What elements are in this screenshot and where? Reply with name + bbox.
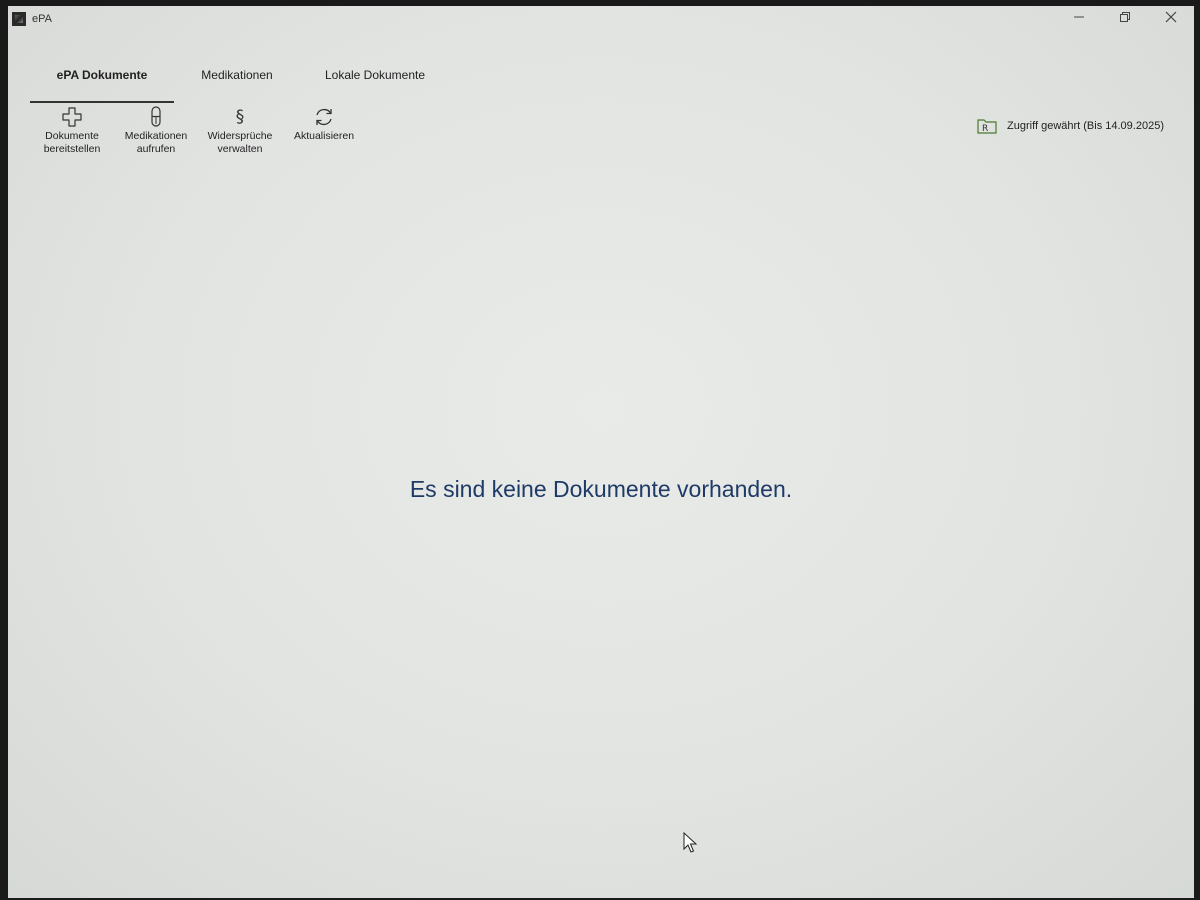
minimize-icon — [1074, 16, 1084, 18]
restore-button[interactable] — [1102, 6, 1148, 28]
tab-medikationen[interactable]: Medikationen — [174, 64, 300, 104]
active-tab-indicator — [30, 101, 174, 103]
medikationen-aufrufen-label: Medikationen aufrufen — [124, 130, 188, 155]
refresh-icon — [313, 104, 335, 130]
aktualisieren-label: Aktualisieren — [293, 130, 355, 142]
window-controls — [1056, 6, 1194, 32]
tab-epa-dokumente[interactable]: ePA Dokumente — [30, 64, 174, 104]
plus-icon — [62, 104, 82, 130]
widersprueche-verwalten-button[interactable]: § Widersprüche verwalten — [198, 104, 282, 156]
empty-state-message: Es sind keine Dokumente vorhanden. — [409, 476, 793, 502]
minimize-button[interactable] — [1056, 6, 1102, 28]
svg-text:R: R — [982, 124, 988, 134]
tab-bar: ePA Dokumente Medikationen Lokale Dokume… — [30, 64, 450, 104]
tab-lokale-dokumente[interactable]: Lokale Dokumente — [300, 64, 450, 104]
mouse-cursor-icon — [683, 832, 697, 853]
toolbar: Dokumente bereitstellen Medikationen auf… — [30, 104, 366, 156]
access-status-text: Zugriff gewährt (Bis 14.09.2025) — [1007, 120, 1164, 132]
close-button[interactable] — [1148, 6, 1194, 28]
paragraph-icon: § — [235, 107, 245, 127]
medikationen-aufrufen-button[interactable]: Medikationen aufrufen — [114, 104, 198, 156]
dokumente-bereitstellen-button[interactable]: Dokumente bereitstellen — [30, 104, 114, 156]
window-title: ePA — [32, 13, 52, 25]
app-window: ePA ePA Dokumente Medikationen Lokale Do… — [8, 6, 1194, 898]
folder-access-icon: R — [977, 119, 997, 134]
app-logo-icon — [12, 12, 26, 26]
title-bar: ePA — [8, 6, 1194, 32]
dokumente-bereitstellen-label: Dokumente bereitstellen — [43, 130, 101, 155]
widersprueche-verwalten-label: Widersprüche verwalten — [207, 130, 273, 155]
pill-icon — [149, 104, 163, 130]
access-status: R Zugriff gewährt (Bis 14.09.2025) — [977, 118, 1164, 134]
close-icon — [1165, 11, 1177, 23]
aktualisieren-button[interactable]: Aktualisieren — [282, 104, 366, 156]
restore-icon — [1120, 12, 1130, 22]
